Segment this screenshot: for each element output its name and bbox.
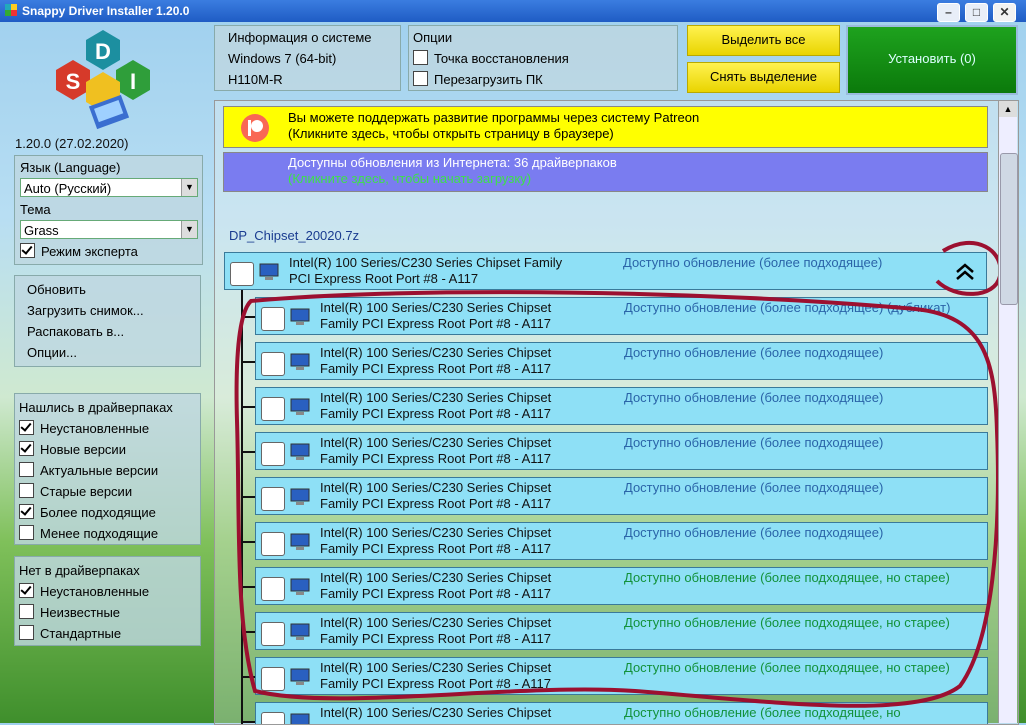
expert-mode-toggle[interactable]: Режим эксперта	[20, 243, 138, 259]
filter-worse-match[interactable]: Менее подходящие	[15, 523, 200, 544]
filter-nf-not-installed[interactable]: Неустановленные	[15, 581, 200, 602]
filter-new-versions[interactable]: Новые версии	[15, 439, 200, 460]
system-info-panel: Информация о системе Windows 7 (64-bit) …	[214, 25, 401, 91]
checkbox[interactable]	[413, 50, 428, 65]
checkbox[interactable]	[19, 462, 34, 477]
filter-standard[interactable]: Стандартные	[15, 623, 200, 644]
menu-item-options[interactable]: Опции...	[15, 342, 200, 363]
checkbox[interactable]	[19, 525, 34, 540]
filter-current-versions[interactable]: Актуальные версии	[15, 460, 200, 481]
chevron-down-icon[interactable]: ▼	[181, 179, 197, 196]
language-value: Auto (Русский)	[24, 181, 112, 196]
reboot-label: Перезагрузить ПК	[434, 72, 543, 87]
maximize-button[interactable]: □	[965, 3, 988, 22]
filter-label: Неустановленные	[40, 421, 150, 436]
checkbox[interactable]	[19, 483, 34, 498]
filter-label: Старые версии	[40, 484, 133, 499]
checkbox[interactable]	[20, 243, 35, 258]
checkbox[interactable]	[19, 583, 34, 598]
settings-panel: Язык (Language) Auto (Русский) ▼ Тема Gra…	[14, 155, 203, 265]
filter-label: Неизвестные	[40, 605, 121, 620]
options-header: Опции	[413, 30, 453, 45]
filter-not-installed[interactable]: Неустановленные	[15, 418, 200, 439]
filter-old-versions[interactable]: Старые версии	[15, 481, 200, 502]
scroll-up-icon[interactable]: ▲	[999, 101, 1017, 117]
options-panel: Опции Точка восстановления Перезагрузить…	[408, 25, 678, 91]
menu-item-refresh[interactable]: Обновить	[15, 279, 200, 300]
checkbox[interactable]	[413, 71, 428, 86]
restore-point-toggle[interactable]: Точка восстановления	[413, 48, 677, 69]
deselect-button[interactable]: Снять выделение	[687, 62, 840, 93]
filter-label: Неустановленные	[40, 584, 150, 599]
expert-mode-label: Режим эксперта	[41, 244, 138, 259]
sdi-logo: D S I	[56, 30, 150, 130]
svg-text:S: S	[66, 69, 81, 94]
theme-select[interactable]: Grass ▼	[20, 220, 198, 239]
language-label: Язык (Language)	[20, 160, 121, 175]
notfound-filter-panel: Нет в драйверпаках Неустановленные Неизв…	[14, 556, 201, 646]
menu-item-extract[interactable]: Распаковать в...	[15, 321, 200, 342]
filter-label: Более подходящие	[40, 505, 156, 520]
close-button[interactable]: ✕	[993, 3, 1016, 22]
scroll-thumb[interactable]	[1000, 153, 1018, 305]
menu-item-load-snapshot[interactable]: Загрузить снимок...	[15, 300, 200, 321]
filter-label: Новые версии	[40, 442, 126, 457]
filter-label: Менее подходящие	[40, 526, 159, 541]
language-select[interactable]: Auto (Русский) ▼	[20, 178, 198, 197]
driver-list: Вы можете поддержать развитие программы …	[214, 100, 1019, 725]
list-scrollbar[interactable]: ▲	[998, 101, 1018, 723]
minimize-button[interactable]: –	[937, 3, 960, 22]
chevron-down-icon[interactable]: ▼	[181, 221, 197, 238]
svg-text:I: I	[130, 69, 136, 94]
found-filter-panel: Нашлись в драйверпаках Неустановленные Н…	[14, 393, 201, 545]
notfound-filter-header: Нет в драйверпаках	[19, 563, 140, 578]
board-label: H110M-R	[228, 72, 283, 87]
checkbox[interactable]	[19, 504, 34, 519]
actions-menu: Обновить Загрузить снимок... Распаковать…	[14, 275, 201, 367]
checkbox[interactable]	[19, 441, 34, 456]
filter-label: Актуальные версии	[40, 463, 159, 478]
filter-better-match[interactable]: Более подходящие	[15, 502, 200, 523]
select-all-button[interactable]: Выделить все	[687, 25, 840, 56]
checkbox[interactable]	[19, 604, 34, 619]
system-info-header: Информация о системе	[228, 30, 372, 45]
checkbox[interactable]	[19, 625, 34, 640]
restore-point-label: Точка восстановления	[434, 51, 569, 66]
svg-text:D: D	[95, 39, 111, 64]
filter-unknown[interactable]: Неизвестные	[15, 602, 200, 623]
checkbox[interactable]	[19, 420, 34, 435]
version-label: 1.20.0 (27.02.2020)	[15, 136, 129, 151]
os-label: Windows 7 (64-bit)	[228, 51, 337, 66]
found-filter-header: Нашлись в драйверпаках	[19, 400, 173, 415]
reboot-toggle[interactable]: Перезагрузить ПК	[413, 69, 677, 90]
filter-label: Стандартные	[40, 626, 122, 641]
window-title: Snappy Driver Installer 1.20.0	[22, 4, 190, 18]
annotation-scribble	[234, 240, 1003, 708]
theme-label: Тема	[20, 202, 51, 217]
theme-value: Grass	[24, 223, 59, 238]
title-bar: Snappy Driver Installer 1.20.0 – □ ✕	[0, 0, 1026, 22]
install-button[interactable]: Установить (0)	[846, 25, 1018, 95]
app-icon	[5, 4, 17, 16]
